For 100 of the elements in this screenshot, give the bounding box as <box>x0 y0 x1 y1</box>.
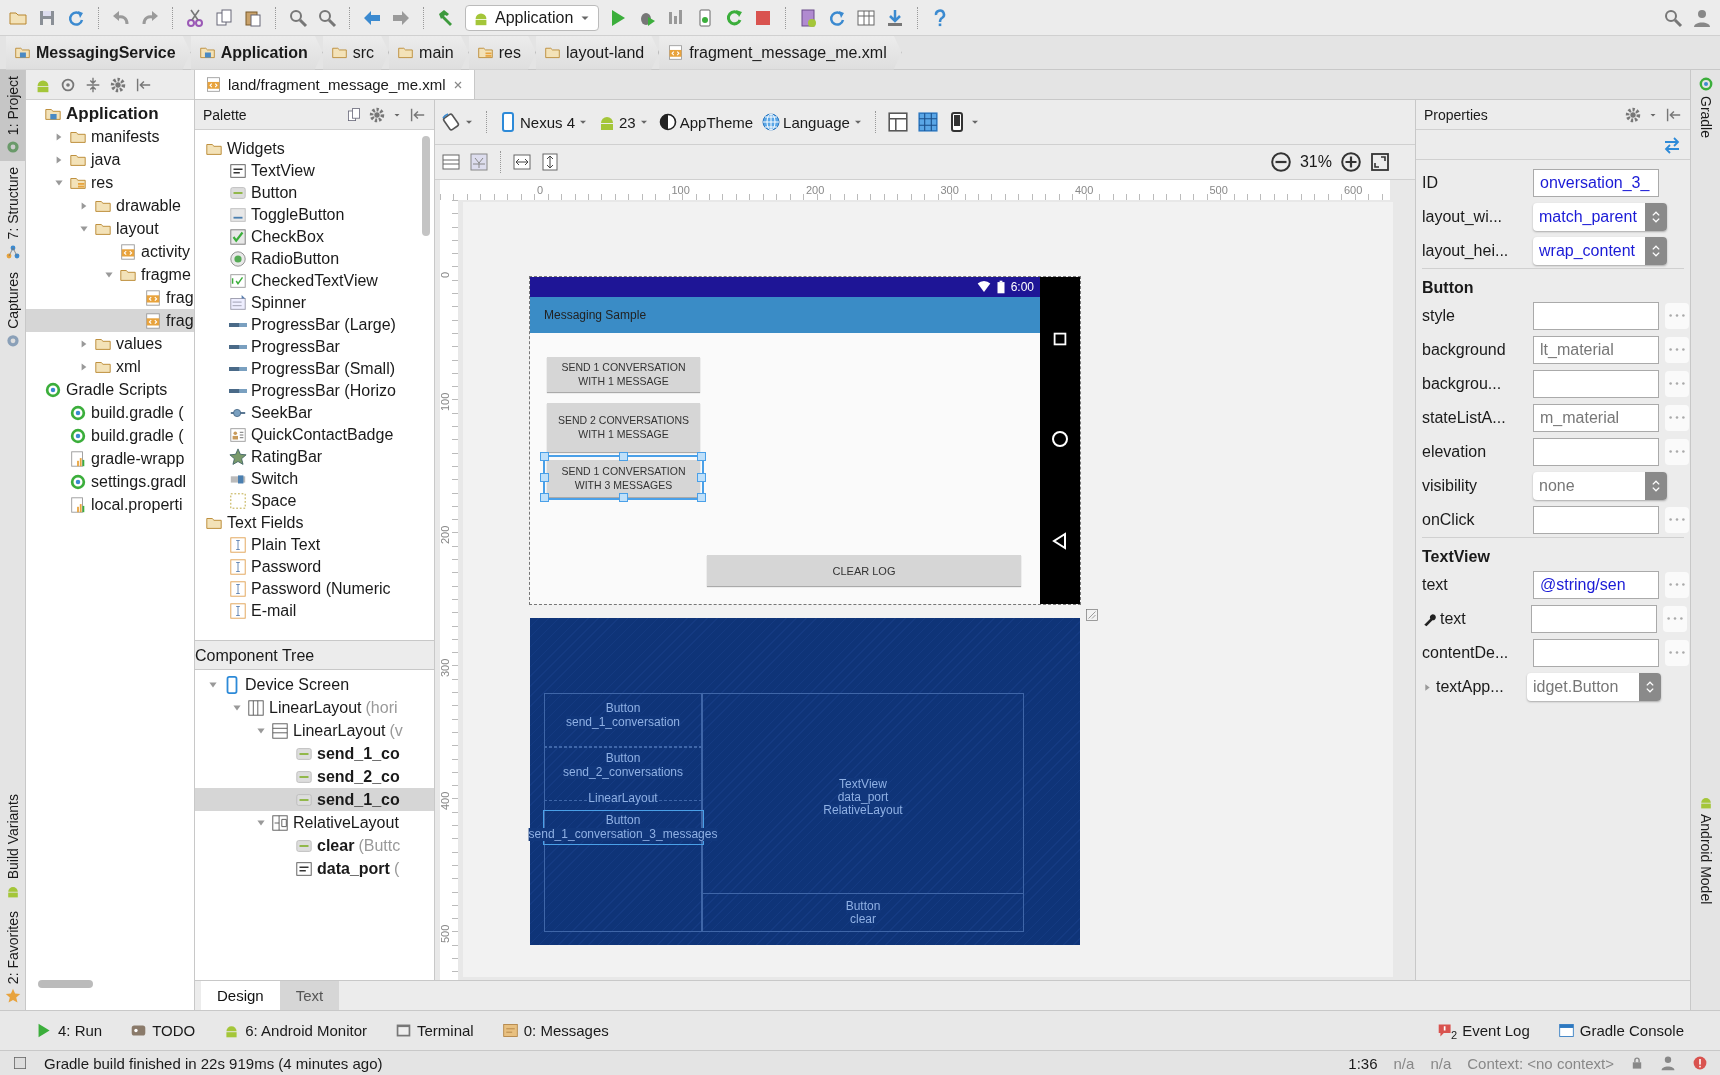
horizontal-expand-icon[interactable] <box>512 152 532 172</box>
tree-item[interactable]: Device Screen <box>195 673 434 696</box>
run-configuration-dropdown[interactable]: Application <box>465 4 600 31</box>
swap-icon[interactable] <box>1662 134 1682 155</box>
tree-item[interactable]: res <box>26 171 194 194</box>
editor-tab[interactable]: land/fragment_message_me.xml <box>195 70 475 99</box>
device-dropdown[interactable]: Nexus 4 <box>498 112 590 132</box>
collapse-all-icon[interactable] <box>84 75 102 94</box>
language-dropdown[interactable]: Language <box>761 112 864 132</box>
palette-item[interactable]: Plain Text <box>205 534 434 556</box>
copy-icon[interactable] <box>214 7 234 28</box>
app-button[interactable]: CLEAR LOG <box>707 555 1021 586</box>
tree-item[interactable]: frag <box>26 286 194 309</box>
more-button[interactable] <box>1665 371 1689 397</box>
settings-icon[interactable] <box>1624 105 1642 124</box>
tool-window-button[interactable]: 0: Messages <box>501 1022 609 1039</box>
tree-item[interactable]: Gradle Scripts <box>26 378 194 401</box>
input-field[interactable] <box>1531 605 1657 633</box>
expand-arrow-icon[interactable] <box>1422 681 1433 693</box>
tree-item[interactable]: Application <box>26 102 194 125</box>
breadcrumb[interactable]: layout-land <box>536 35 660 70</box>
theme-button[interactable]: AppTheme <box>657 112 754 132</box>
breadcrumb[interactable]: Application <box>190 35 323 70</box>
dropdown[interactable]: wrap_content <box>1533 237 1667 265</box>
zoom-in-icon[interactable] <box>1340 151 1362 173</box>
resize-handle[interactable] <box>540 493 549 502</box>
tool-window-tab[interactable]: 1: Project <box>0 70 25 162</box>
settings-icon[interactable] <box>368 105 386 124</box>
editor-mode-tab[interactable]: Text <box>279 981 340 1010</box>
breadcrumb[interactable]: main <box>389 35 469 70</box>
palette-item[interactable]: ProgressBar (Large) <box>205 314 434 336</box>
tree-item[interactable]: build.gradle ( <box>26 401 194 424</box>
palette-item[interactable]: ToggleButton <box>205 204 434 226</box>
palette-group[interactable]: Text Fields <box>205 512 434 534</box>
error-icon[interactable] <box>1692 1055 1708 1071</box>
grid-icon[interactable] <box>916 111 939 133</box>
lock-icon[interactable] <box>1630 1056 1644 1070</box>
input-field[interactable] <box>1533 438 1659 466</box>
tree-item[interactable]: data_port ( <box>195 857 434 880</box>
tool-window-tab[interactable]: Gradle <box>1691 70 1720 145</box>
app-button[interactable]: SEND 1 CONVERSATION WITH 3 MESSAGES <box>547 460 700 497</box>
grid-icon[interactable] <box>856 7 877 28</box>
palette-item[interactable]: QuickContactBadge <box>205 424 434 446</box>
more-button[interactable] <box>1665 405 1689 431</box>
palette-item[interactable]: CheckBox <box>205 226 434 248</box>
input-field[interactable] <box>1533 506 1659 534</box>
tree-item[interactable]: gradle-wrapp <box>26 447 194 470</box>
settings-icon[interactable] <box>109 75 127 94</box>
tree-item[interactable]: LinearLayout (hori <box>195 696 434 719</box>
palette-group[interactable]: Widgets <box>205 138 434 160</box>
palette-item[interactable]: ProgressBar <box>205 336 434 358</box>
scrollbar[interactable] <box>38 980 93 988</box>
rows-icon[interactable] <box>441 152 461 172</box>
input-field[interactable]: m_material <box>1533 404 1659 432</box>
palette-item[interactable]: Button <box>205 182 434 204</box>
more-button[interactable] <box>1665 337 1689 363</box>
tree-item[interactable]: frag <box>26 309 194 332</box>
refresh-icon[interactable] <box>724 7 745 28</box>
tree-item[interactable]: RelativeLayout <box>195 811 434 834</box>
tree-item[interactable]: LinearLayout (v <box>195 719 434 742</box>
more-button[interactable] <box>1665 572 1689 598</box>
tree-item[interactable]: settings.gradl <box>26 470 194 493</box>
palette-item[interactable]: SeekBar <box>205 402 434 424</box>
tool-window-button[interactable]: 6: Android Monitor <box>223 1022 367 1039</box>
resize-handle[interactable] <box>618 452 628 461</box>
tree-item[interactable]: xml <box>26 355 194 378</box>
search-icon[interactable] <box>317 7 337 28</box>
zoom-out-icon[interactable] <box>1269 151 1292 173</box>
resize-handle[interactable] <box>540 472 549 482</box>
dropdown[interactable]: idget.Button <box>1527 673 1661 701</box>
vertical-expand-icon[interactable] <box>540 152 560 172</box>
tree-item[interactable]: java <box>26 148 194 171</box>
palette-item[interactable]: TextView <box>205 160 434 182</box>
tree-item[interactable]: fragme <box>26 263 194 286</box>
copy-icon[interactable] <box>346 106 362 123</box>
breadcrumb[interactable]: fragment_message_me.xml <box>659 35 902 70</box>
tree-item[interactable]: layout <box>26 217 194 240</box>
scissors-icon[interactable] <box>185 7 205 28</box>
tree-item[interactable]: values <box>26 332 194 355</box>
tool-window-tab[interactable]: Build Variants <box>0 787 25 905</box>
tool-window-tab[interactable]: Captures <box>0 265 25 355</box>
editor-mode-tab[interactable]: Design <box>201 981 280 1010</box>
person-icon[interactable] <box>1660 1055 1676 1071</box>
resize-handle[interactable] <box>697 472 706 482</box>
app-button[interactable]: SEND 2 CONVERSATIONS WITH 1 MESSAGE <box>547 403 700 452</box>
tool-window-button[interactable]: 4: Run <box>36 1022 103 1039</box>
tool-window-button[interactable]: Gradle Console <box>1557 1022 1684 1039</box>
tree-item[interactable]: clear (Buttc <box>195 834 434 857</box>
tree-item[interactable]: send_1_co <box>195 742 434 765</box>
breadcrumb[interactable]: res <box>468 35 536 70</box>
dropdown[interactable]: match_parent <box>1533 203 1667 231</box>
resize-handle[interactable] <box>618 493 628 502</box>
api-dropdown[interactable]: 23 <box>597 112 650 132</box>
tool-window-button[interactable]: 2 Event Log <box>1437 1020 1530 1041</box>
document-icon[interactable] <box>798 7 819 28</box>
palette-item[interactable]: Space <box>205 490 434 512</box>
input-field[interactable]: lt_material <box>1533 336 1659 364</box>
tree-item[interactable]: send_2_co <box>195 765 434 788</box>
palette-item[interactable]: ProgressBar (Small) <box>205 358 434 380</box>
tree-item[interactable]: local.properti <box>26 493 194 516</box>
